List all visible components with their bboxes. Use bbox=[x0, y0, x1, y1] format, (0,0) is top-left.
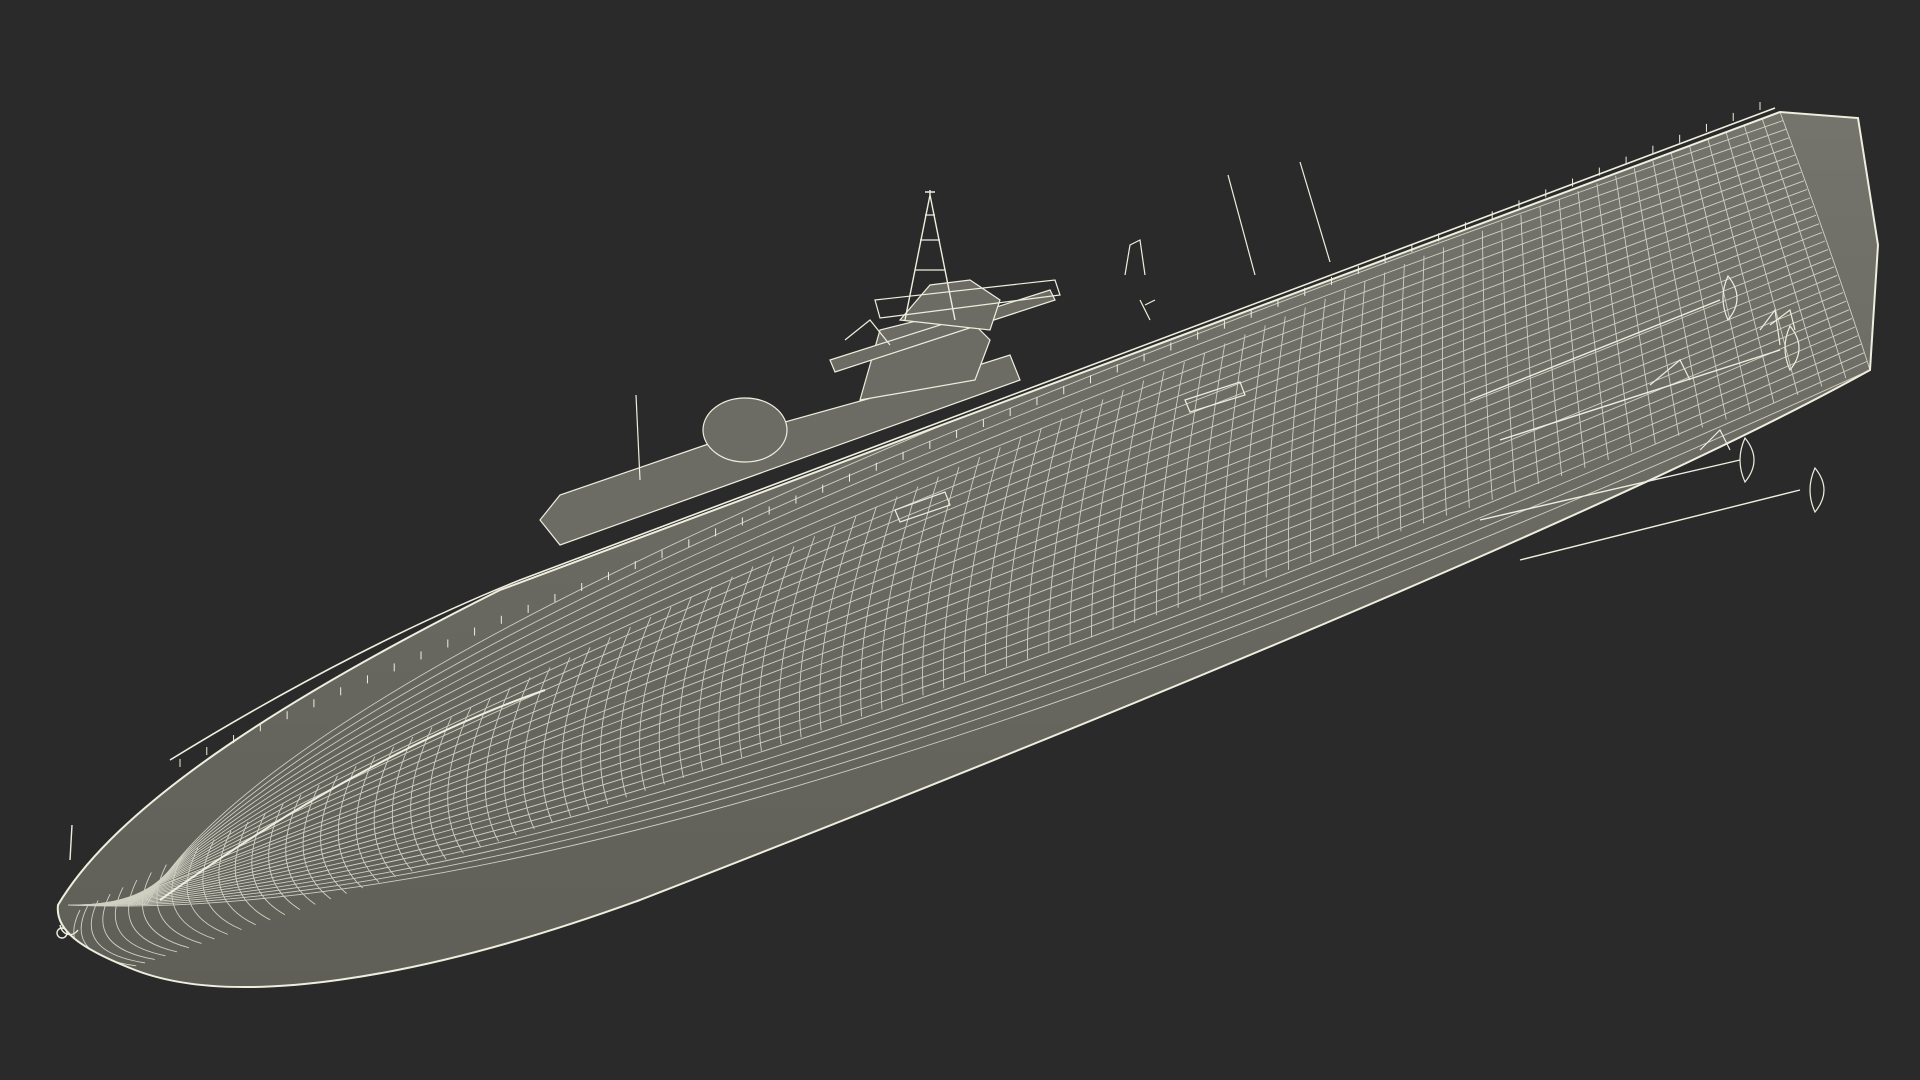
render-viewport bbox=[0, 0, 1920, 1080]
ship-hull bbox=[56, 111, 1880, 988]
ship-wireframe-render bbox=[56, 102, 1880, 988]
radar-mast bbox=[844, 190, 1156, 346]
